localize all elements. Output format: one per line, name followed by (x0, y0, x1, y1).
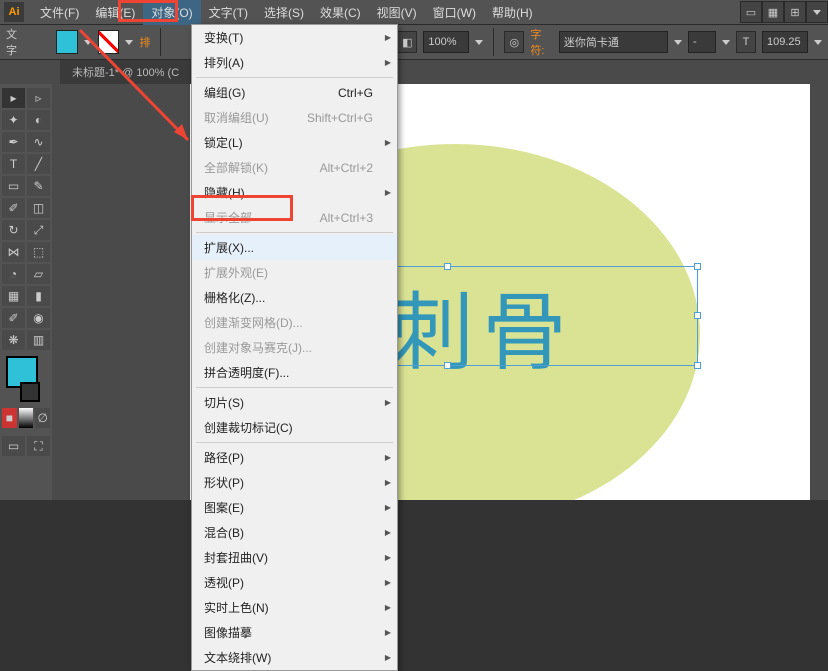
menu-file[interactable]: 文件(F) (32, 0, 87, 25)
toolbox: ▸▹ ✦◐ ✒∿ T╱ ▭✎ ✐◫ ↻⤢ ⋈⬚ ◔▱ ▦▮ ✐◉ ❋▥ ■∅ ▭… (0, 84, 52, 500)
lasso-tool[interactable]: ◐ (27, 110, 50, 130)
canvas-area[interactable]: 冰霜刺骨 (52, 84, 828, 500)
menu-expand[interactable]: 扩展(X)... (192, 235, 397, 260)
fill-swatch[interactable] (56, 30, 78, 54)
color-swatches (2, 352, 50, 406)
stroke-swatch[interactable] (98, 30, 120, 54)
opacity-input[interactable]: 109.25 (762, 31, 808, 53)
wand-tool[interactable]: ✦ (2, 110, 25, 130)
object-type-label: 文字 (6, 26, 26, 58)
gradient-mode[interactable] (19, 408, 34, 428)
menu-expand-appearance: 扩展外观(E) (192, 260, 397, 285)
curvature-tool[interactable]: ∿ (27, 132, 50, 152)
screen-mode-2[interactable]: ⛶ (27, 436, 50, 456)
menu-effect[interactable]: 效果(C) (312, 0, 369, 25)
menu-crop-marks[interactable]: 创建裁切标记(C) (192, 415, 397, 440)
eyedropper-tool[interactable]: ✐ (2, 308, 25, 328)
zoom-input[interactable]: 100% (423, 31, 469, 53)
menu-envelope[interactable]: 封套扭曲(V) (192, 545, 397, 570)
shape-builder-tool[interactable]: ◔ (2, 264, 25, 284)
none-mode[interactable]: ∅ (35, 408, 50, 428)
color-mode[interactable]: ■ (2, 408, 17, 428)
menu-image-trace[interactable]: 图像描摹 (192, 620, 397, 645)
type-tool[interactable]: T (2, 154, 25, 174)
menu-rasterize[interactable]: 栅格化(Z)... (192, 285, 397, 310)
char-label: 字符: (530, 26, 553, 58)
menu-path[interactable]: 路径(P) (192, 445, 397, 470)
opacity-dropdown-icon[interactable] (814, 40, 822, 45)
rectangle-tool[interactable]: ▭ (2, 176, 25, 196)
pencil-tool[interactable]: ✐ (2, 198, 25, 218)
essentials-icon[interactable]: ▭ (740, 1, 762, 23)
blend-tool[interactable]: ◉ (27, 308, 50, 328)
workspace: ▸▹ ✦◐ ✒∿ T╱ ▭✎ ✐◫ ↻⤢ ⋈⬚ ◔▱ ▦▮ ✐◉ ❋▥ ■∅ ▭… (0, 84, 828, 500)
document-tabs: 未标题-1* @ 100% (C (0, 60, 828, 84)
menu-lock[interactable]: 锁定(L) (192, 130, 397, 155)
menu-flatten[interactable]: 拼合透明度(F)... (192, 360, 397, 385)
font-input[interactable]: 迷你简卡通 (559, 31, 668, 53)
scale-tool[interactable]: ⤢ (27, 220, 50, 240)
pen-tool[interactable]: ✒ (2, 132, 25, 152)
menu-select[interactable]: 选择(S) (256, 0, 312, 25)
menu-shape[interactable]: 形状(P) (192, 470, 397, 495)
highlight-menu-object (118, 0, 178, 22)
font-dropdown-icon[interactable] (674, 40, 682, 45)
menu-pattern[interactable]: 图案(E) (192, 495, 397, 520)
highlight-menu-expand (191, 195, 293, 221)
menu-mosaic: 创建对象马赛克(J)... (192, 335, 397, 360)
menu-help[interactable]: 帮助(H) (484, 0, 541, 25)
screen-mode[interactable]: ▭ (2, 436, 25, 456)
direct-selection-tool[interactable]: ▹ (27, 88, 50, 108)
zoom-dropdown-icon[interactable] (475, 40, 483, 45)
menu-window[interactable]: 窗口(W) (425, 0, 484, 25)
line-tool[interactable]: ╱ (27, 154, 50, 174)
document-tab[interactable]: 未标题-1* @ 100% (C (60, 60, 191, 84)
background-swatch[interactable] (20, 382, 40, 402)
menu-slice[interactable]: 切片(S) (192, 390, 397, 415)
menu-text-wrap[interactable]: 文本绕排(W) (192, 645, 397, 670)
menu-perspective[interactable]: 透视(P) (192, 570, 397, 595)
search-icon[interactable] (806, 1, 828, 23)
menu-live-paint[interactable]: 实时上色(N) (192, 595, 397, 620)
stroke-dropdown-icon[interactable] (125, 40, 133, 45)
gradient-tool[interactable]: ▮ (27, 286, 50, 306)
layout-icon[interactable]: ⊞ (784, 1, 806, 23)
app-logo: Ai (4, 2, 24, 22)
menu-ungroup: 取消编组(U)Shift+Ctrl+G (192, 105, 397, 130)
orange-indicator: 排 (139, 34, 150, 50)
eraser-tool[interactable]: ◫ (27, 198, 50, 218)
menu-unlock-all: 全部解锁(K)Alt+Ctrl+2 (192, 155, 397, 180)
selection-tool[interactable]: ▸ (2, 88, 25, 108)
perspective-tool[interactable]: ▱ (27, 264, 50, 284)
menu-view[interactable]: 视图(V) (369, 0, 425, 25)
font-style-input[interactable]: - (688, 31, 716, 53)
menu-arrange[interactable]: 排列(A) (192, 50, 397, 75)
rotate-tool[interactable]: ↻ (2, 220, 25, 240)
menu-transform[interactable]: 变换(T) (192, 25, 397, 50)
target-icon[interactable]: ◎ (504, 31, 524, 53)
paintbrush-tool[interactable]: ✎ (27, 176, 50, 196)
arrange-icon[interactable]: ▦ (762, 1, 784, 23)
width-tool[interactable]: ⋈ (2, 242, 25, 262)
menu-gradient-mesh: 创建渐变网格(D)... (192, 310, 397, 335)
opacity-icon[interactable]: ◧ (397, 31, 417, 53)
fill-dropdown-icon[interactable] (84, 40, 92, 45)
menu-blend[interactable]: 混合(B) (192, 520, 397, 545)
menu-group[interactable]: 编组(G)Ctrl+G (192, 80, 397, 105)
style-dropdown-icon[interactable] (722, 40, 730, 45)
mesh-tool[interactable]: ▦ (2, 286, 25, 306)
size-icon[interactable]: T (736, 31, 756, 53)
free-transform-tool[interactable]: ⬚ (27, 242, 50, 262)
symbol-sprayer-tool[interactable]: ❋ (2, 330, 25, 350)
object-dropdown-menu: 变换(T) 排列(A) 编组(G)Ctrl+G 取消编组(U)Shift+Ctr… (191, 24, 398, 671)
menu-type[interactable]: 文字(T) (201, 0, 256, 25)
graph-tool[interactable]: ▥ (27, 330, 50, 350)
control-bar: 文字 排 ◧ 100% ◎ 字符: 迷你简卡通 - T 109.25 (0, 24, 828, 60)
